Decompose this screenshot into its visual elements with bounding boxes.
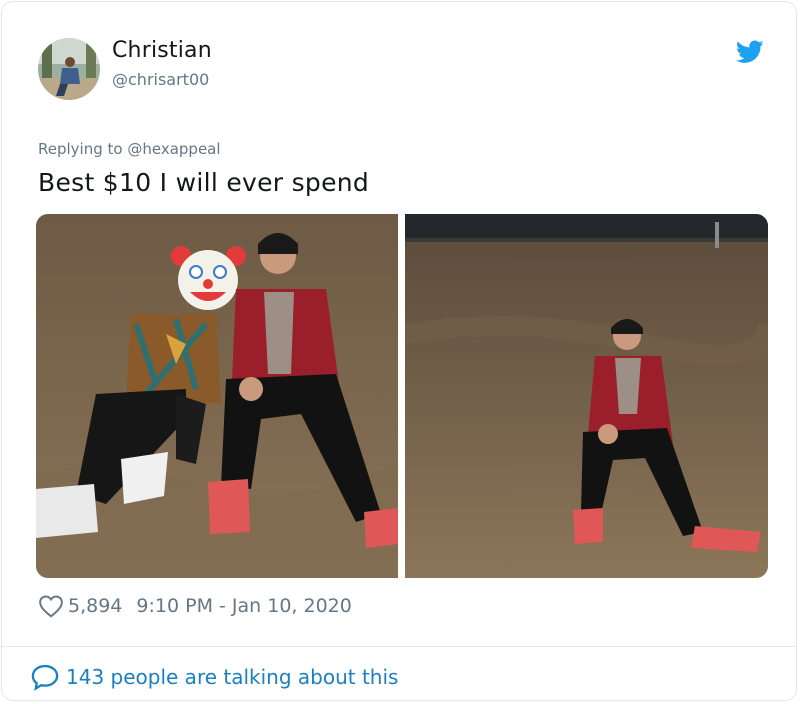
conversation-link[interactable]: 143 people are talking about this: [30, 662, 398, 692]
like-count[interactable]: 5,894: [68, 595, 122, 617]
avatar-image: [38, 38, 100, 100]
tweet-meta: 5,894 9:10 PM - Jan 10, 2020: [38, 592, 352, 620]
date-separator: -: [219, 595, 226, 617]
twitter-bird-icon[interactable]: [736, 40, 764, 64]
beach-photo-one-person: [405, 214, 768, 578]
divider: [2, 646, 796, 647]
tweet-date[interactable]: Jan 10, 2020: [232, 595, 352, 617]
conversation-text[interactable]: 143 people are talking about this: [66, 665, 398, 689]
author-handle[interactable]: @chrisart00: [112, 70, 209, 89]
photo-left[interactable]: [36, 214, 398, 578]
beach-photo-two-people: [36, 214, 398, 578]
reply-handle-link[interactable]: @hexappeal: [127, 140, 220, 158]
replying-to-line: Replying to @hexappeal: [38, 140, 221, 158]
avatar[interactable]: [38, 38, 100, 100]
reply-prefix: Replying to: [38, 140, 123, 158]
tweet-time[interactable]: 9:10 PM: [136, 595, 213, 617]
tweet-card: Christian @chrisart00 Replying to @hexap…: [1, 1, 797, 701]
author-name[interactable]: Christian: [112, 38, 212, 63]
speech-bubble-icon: [31, 664, 59, 691]
photo-right[interactable]: [405, 214, 768, 578]
tweet-text: Best $10 I will ever spend: [38, 168, 370, 197]
heart-icon[interactable]: [38, 594, 64, 618]
